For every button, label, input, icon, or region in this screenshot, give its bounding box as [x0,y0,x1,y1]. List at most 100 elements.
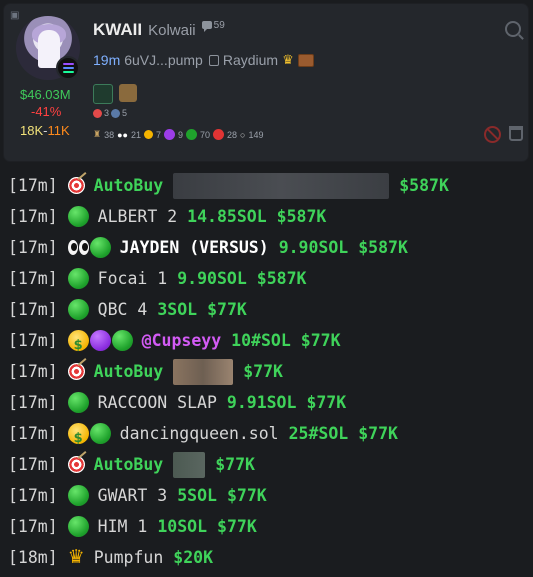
trader-name[interactable]: dancingqueen.sol [120,418,279,449]
market-cap-value: $587K [399,176,449,195]
sol-amount: 3SOL [157,300,198,319]
trader-name[interactable]: Pumpfun [94,542,164,573]
token-card: ▣ KWAII Kolwaii 59 19m 6uVJ...pump Raydi… [4,4,528,161]
chat-count[interactable]: 59 [201,19,225,32]
row-stat-3: 7 [155,129,161,140]
trader-name[interactable]: Focai 1 [98,263,168,294]
feed-time: [17m] [8,331,58,350]
feed-row[interactable]: [17m] RACCOON SLAP 9.91SOL $77K [0,387,533,418]
camera-icon: ▣ [10,10,20,21]
sol-amount: 10SOL [157,517,208,536]
sol-amount: 9.90SOL [177,269,247,288]
trader-name[interactable]: AutoBuy [94,356,164,387]
green-circle-icon [67,299,89,320]
castle-icon: ♜ [93,129,102,139]
box-badge-icon[interactable] [119,84,137,102]
briefcase-icon [297,53,314,67]
market-cap-value: $587K [276,207,327,226]
token-name: Kolwaii [148,22,196,39]
feed-row[interactable]: [17m] AutoBuy $587K [0,170,533,201]
dex-name: Raydium [222,52,279,68]
block-icon[interactable] [484,126,501,143]
feed-row[interactable]: [17m] GWART 3 5SOL $77K [0,480,533,511]
token-ticker[interactable]: KWAII [93,20,142,40]
trade-feed: [17m] AutoBuy $587K [17m] ALBERT 2 14.85SOL $5… [0,170,533,573]
feed-icons [67,423,111,454]
target-icon [67,456,85,473]
holders: 18K-11K [20,123,70,138]
feed-icons [67,392,89,413]
trader-name[interactable]: AutoBuy [94,170,164,201]
trader-name[interactable]: QBC 4 [98,294,148,325]
token-age: 19m [93,52,121,68]
feed-time: [17m] [8,238,58,257]
sol-amount: 10#SOL [231,331,291,350]
mini-stats: 3 5 [93,108,127,118]
market-cap-value: $77K [217,517,257,536]
mini-stat-1: 3 [104,108,110,118]
trader-name[interactable]: HIM 1 [98,511,148,542]
green-circle-icon [67,392,89,413]
token-title: KWAII Kolwaii 59 [93,20,225,40]
green-circle-icon [67,485,89,506]
feed-icons [67,268,89,289]
feed-row[interactable]: [17m] QBC 4 3SOL $77K [0,294,533,325]
trash-icon[interactable] [509,126,523,141]
feed-icons [67,485,89,506]
feed-time: [17m] [8,362,58,381]
sol-amount: 25#SOL [288,424,349,443]
dev-badge-icon[interactable] [93,84,113,104]
redacted-wallet [173,172,390,199]
eye-right [78,240,89,255]
market-cap-value: $77K [207,300,247,319]
feed-row[interactable]: [17m] AutoBuy $77K [0,449,533,480]
target-icon [67,177,85,194]
market-cap-value: $20K [173,548,214,567]
chat-icon [201,21,212,32]
trader-name[interactable]: @Cupseyy [142,325,221,356]
green-circle-icon [89,423,111,444]
market-cap-value: $77K [300,331,341,350]
feed-row[interactable]: [17m] Focai 1 9.90SOL $587K [0,263,533,294]
feed-time: [17m] [8,393,58,412]
token-address[interactable]: 6uVJ...pump [124,52,203,68]
feed-time: [18m] [8,548,58,567]
feed-row[interactable]: [17m] JAYDEN (VERSUS) 9.90SOL $587K [0,232,533,263]
target-icon [67,363,85,380]
trader-name[interactable]: ALBERT 2 [98,201,177,232]
market-cap-value: $77K [226,486,267,505]
eye-left [67,240,78,255]
red-mini-icon [213,129,225,140]
green-circle-icon [111,330,133,351]
feed-row[interactable]: [17m] AutoBuy $77K [0,356,533,387]
market-cap-value: $587K [256,269,307,288]
search-icon[interactable] [505,21,521,37]
feed-icons [67,237,111,258]
trader-name[interactable]: RACCOON SLAP [98,387,217,418]
feed-icons [67,330,133,361]
eyes-icon [67,240,89,255]
token-subline: 19m 6uVJ...pump Raydium ♛ [93,52,314,68]
redacted-wallet [173,451,206,478]
trader-name[interactable]: AutoBuy [94,449,164,480]
robot-mini-icon [111,108,121,118]
feed-time: [17m] [8,424,58,443]
feed-row[interactable]: [17m] dancingqueen.sol 25#SOL $77K [0,418,533,454]
eyes-mini-icon: ●● [117,129,128,140]
search-mini-icon: ○ [240,129,246,140]
sol-amount: 14.85SOL [187,207,267,226]
trader-name[interactable]: JAYDEN (VERSUS) [120,232,269,263]
market-cap-value: $77K [215,455,255,474]
feed-row[interactable]: [17m] @Cupseyy 10#SOL $77K [0,325,533,361]
green-circle-icon [67,206,89,227]
feed-time: [17m] [8,207,58,226]
feed-icons [67,516,89,537]
feed-row[interactable]: [17m] ALBERT 2 14.85SOL $587K [0,201,533,232]
money-face-icon [67,330,89,361]
copy-icon[interactable] [208,54,219,66]
trader-name[interactable]: GWART 3 [98,480,168,511]
chat-count-value: 59 [213,19,225,31]
feed-row[interactable]: [17m] HIM 1 10SOL $77K [0,511,533,542]
crown-icon: ♛ [67,546,85,568]
feed-row[interactable]: [18m] ♛ Pumpfun $20K [0,542,533,573]
